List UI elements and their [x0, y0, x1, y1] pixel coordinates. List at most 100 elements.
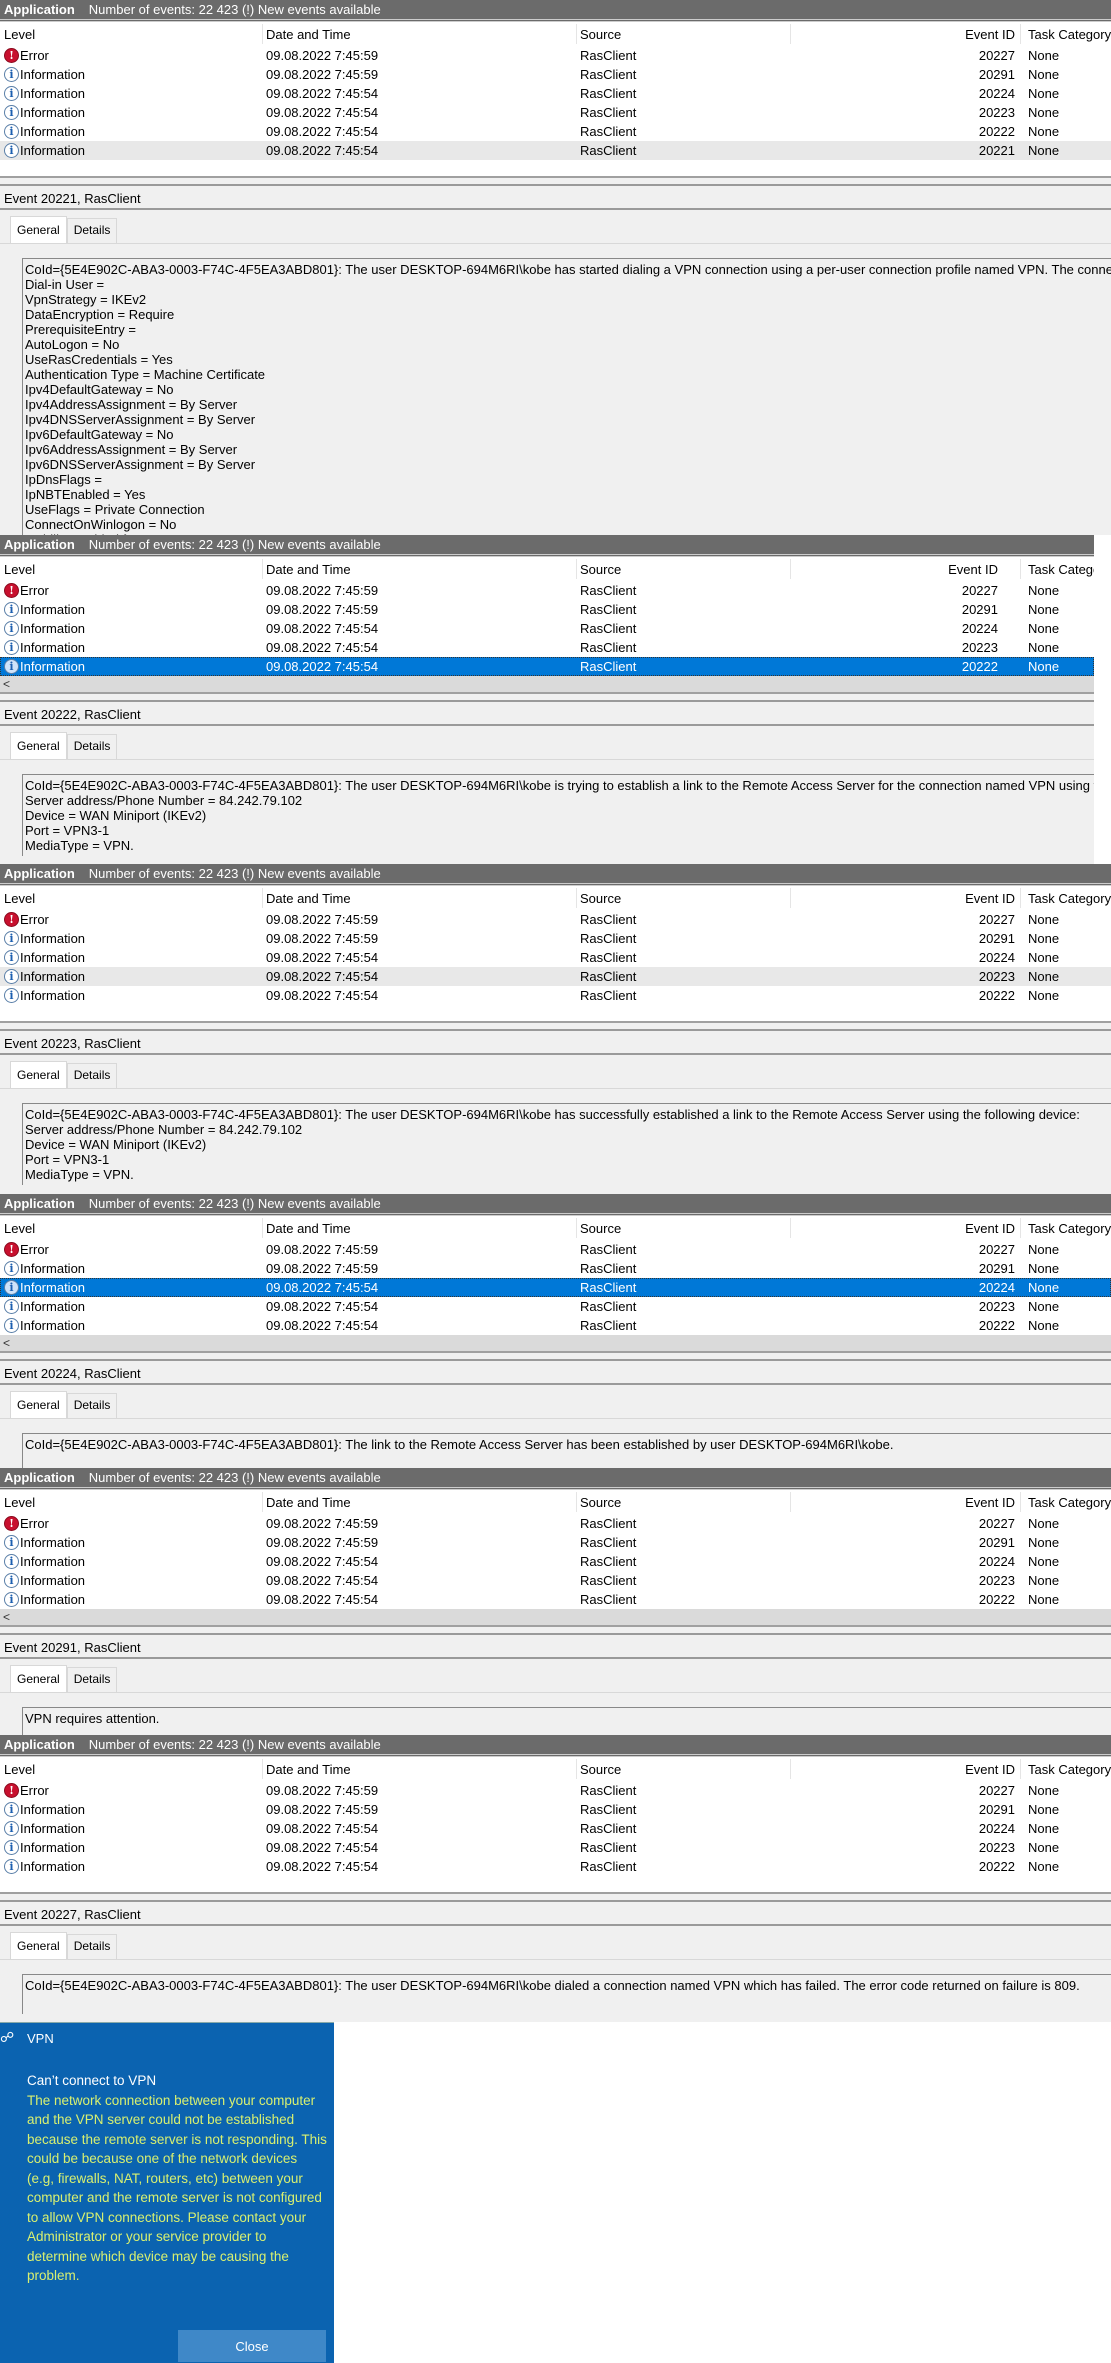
tab-general[interactable]: General [10, 1061, 67, 1088]
table-row[interactable]: i Information 09.08.2022 7:45:59 RasClient 2… [0, 929, 1111, 948]
tab-details[interactable]: Details [66, 734, 118, 759]
column-header[interactable]: Source [580, 1762, 621, 1777]
table-row[interactable]: i Information 09.08.2022 7:45:54 RasClient 2… [0, 141, 1111, 160]
column-header[interactable]: Level [4, 1762, 35, 1777]
tab-details[interactable]: Details [66, 1393, 118, 1418]
column-divider[interactable] [790, 888, 791, 908]
tab-general[interactable]: General [10, 732, 67, 759]
table-row[interactable]: ! Error 09.08.2022 7:45:59 RasClient 20227 No… [0, 581, 1094, 600]
column-header[interactable]: Event ID [965, 1221, 1015, 1236]
column-header[interactable]: Date and Time [266, 562, 351, 577]
table-row[interactable]: i Information 09.08.2022 7:45:54 RasClient 2… [0, 657, 1094, 676]
table-row[interactable]: i Information 09.08.2022 7:45:59 RasClient 2… [0, 1533, 1111, 1552]
column-header[interactable]: Source [580, 562, 621, 577]
column-header[interactable]: Date and Time [266, 1762, 351, 1777]
table-row[interactable]: i Information 09.08.2022 7:45:54 RasClient 2… [0, 1552, 1111, 1571]
column-header[interactable]: Source [580, 1495, 621, 1510]
column-header[interactable]: Source [580, 27, 621, 42]
table-row[interactable]: i Information 09.08.2022 7:45:54 RasClient 2… [0, 986, 1111, 1005]
table-row[interactable]: i Information 09.08.2022 7:45:59 RasClient 2… [0, 65, 1111, 84]
tab-details[interactable]: Details [66, 1667, 118, 1692]
column-header[interactable]: Task Category [1028, 562, 1094, 577]
column-divider[interactable] [576, 1759, 577, 1779]
column-divider[interactable] [1020, 1218, 1021, 1238]
column-divider[interactable] [576, 1492, 577, 1512]
column-header[interactable]: Task Category [1028, 891, 1111, 906]
column-header[interactable]: Event ID [965, 1495, 1015, 1510]
column-header[interactable]: Level [4, 562, 35, 577]
column-divider[interactable] [262, 1218, 263, 1238]
column-divider[interactable] [1020, 24, 1021, 44]
column-header[interactable]: Task Category [1028, 1762, 1111, 1777]
table-row[interactable]: i Information 09.08.2022 7:45:54 RasClient 2… [0, 1857, 1111, 1876]
column-divider[interactable] [262, 1492, 263, 1512]
tab-general[interactable]: General [10, 1665, 67, 1692]
table-row[interactable]: i Information 09.08.2022 7:45:54 RasClient 2… [0, 1316, 1111, 1335]
column-divider[interactable] [262, 1759, 263, 1779]
column-header[interactable]: Level [4, 1495, 35, 1510]
column-divider[interactable] [790, 1759, 791, 1779]
column-header[interactable]: Task Category [1028, 1221, 1111, 1236]
horizontal-scrollbar[interactable]: < [0, 676, 1094, 692]
tab-general[interactable]: General [10, 1391, 67, 1418]
table-row[interactable]: i Information 09.08.2022 7:45:54 RasClient 2… [0, 1571, 1111, 1590]
table-row[interactable]: i Information 09.08.2022 7:45:54 RasClient 2… [0, 1819, 1111, 1838]
column-header[interactable]: Date and Time [266, 1221, 351, 1236]
table-row[interactable]: i Information 09.08.2022 7:45:54 RasClient 2… [0, 948, 1111, 967]
column-divider[interactable] [790, 559, 791, 579]
column-header[interactable]: Source [580, 891, 621, 906]
column-divider[interactable] [790, 1218, 791, 1238]
horizontal-scrollbar[interactable]: < [0, 1609, 1111, 1625]
table-row[interactable]: i Information 09.08.2022 7:45:54 RasClient 2… [0, 1278, 1111, 1297]
tab-details[interactable]: Details [66, 1063, 118, 1088]
column-divider[interactable] [262, 24, 263, 44]
column-header[interactable]: Source [580, 1221, 621, 1236]
column-header[interactable]: Level [4, 891, 35, 906]
column-header[interactable]: Task Category [1028, 27, 1111, 42]
table-row[interactable]: i Information 09.08.2022 7:45:54 RasClient 2… [0, 967, 1111, 986]
table-row[interactable]: i Information 09.08.2022 7:45:59 RasClient 2… [0, 1259, 1111, 1278]
column-header[interactable]: Level [4, 1221, 35, 1236]
column-divider[interactable] [1020, 1759, 1021, 1779]
column-divider[interactable] [1020, 1492, 1021, 1512]
column-divider[interactable] [576, 24, 577, 44]
column-divider[interactable] [262, 888, 263, 908]
column-header[interactable]: Event ID [965, 891, 1015, 906]
table-row[interactable]: i Information 09.08.2022 7:45:54 RasClient 2… [0, 619, 1094, 638]
table-row[interactable]: ! Error 09.08.2022 7:45:59 RasClient 20227 No… [0, 1514, 1111, 1533]
tab-general[interactable]: General [10, 216, 67, 243]
column-divider[interactable] [576, 1218, 577, 1238]
column-header[interactable]: Date and Time [266, 891, 351, 906]
table-row[interactable]: i Information 09.08.2022 7:45:54 RasClient 2… [0, 1297, 1111, 1316]
column-header[interactable]: Task Category [1028, 1495, 1111, 1510]
table-row[interactable]: ! Error 09.08.2022 7:45:59 RasClient 20227 No… [0, 910, 1111, 929]
column-divider[interactable] [576, 559, 577, 579]
column-divider[interactable] [262, 559, 263, 579]
tab-general[interactable]: General [10, 1932, 67, 1959]
column-header[interactable]: Event ID [965, 1762, 1015, 1777]
tab-details[interactable]: Details [66, 218, 118, 243]
table-row[interactable]: ! Error 09.08.2022 7:45:59 RasClient 20227 No… [0, 46, 1111, 65]
table-row[interactable]: i Information 09.08.2022 7:45:54 RasClient 2… [0, 84, 1111, 103]
table-row[interactable]: i Information 09.08.2022 7:45:59 RasClient 2… [0, 600, 1094, 619]
column-header[interactable]: Level [4, 27, 35, 42]
table-row[interactable]: i Information 09.08.2022 7:45:54 RasClient 2… [0, 103, 1111, 122]
column-divider[interactable] [790, 24, 791, 44]
table-row[interactable]: i Information 09.08.2022 7:45:54 RasClient 2… [0, 1838, 1111, 1857]
table-row[interactable]: i Information 09.08.2022 7:45:54 RasClient 2… [0, 1590, 1111, 1609]
table-row[interactable]: i Information 09.08.2022 7:45:59 RasClient 2… [0, 1800, 1111, 1819]
tab-details[interactable]: Details [66, 1934, 118, 1959]
column-header[interactable]: Event ID [948, 562, 998, 577]
column-header[interactable]: Event ID [965, 27, 1015, 42]
table-row[interactable]: ! Error 09.08.2022 7:45:59 RasClient 20227 No… [0, 1781, 1111, 1800]
table-row[interactable]: ! Error 09.08.2022 7:45:59 RasClient 20227 No… [0, 1240, 1111, 1259]
table-row[interactable]: i Information 09.08.2022 7:45:54 RasClient 2… [0, 122, 1111, 141]
column-divider[interactable] [1020, 888, 1021, 908]
column-divider[interactable] [790, 1492, 791, 1512]
column-header[interactable]: Date and Time [266, 1495, 351, 1510]
close-button[interactable]: Close [178, 2330, 326, 2362]
column-divider[interactable] [1020, 559, 1021, 579]
horizontal-scrollbar[interactable]: < [0, 1335, 1111, 1351]
column-header[interactable]: Date and Time [266, 27, 351, 42]
table-row[interactable]: i Information 09.08.2022 7:45:54 RasClient 2… [0, 638, 1094, 657]
